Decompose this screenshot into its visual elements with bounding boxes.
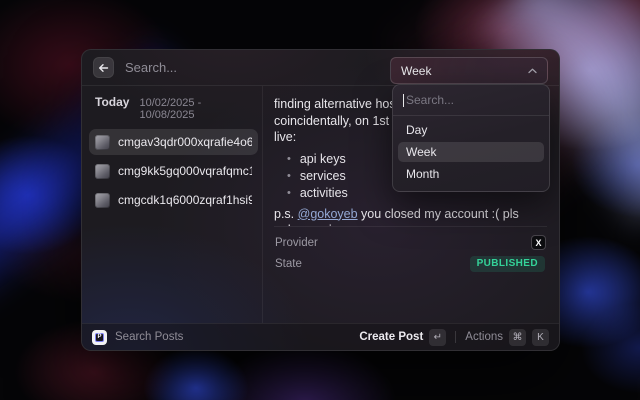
- create-post-button[interactable]: Create Post: [359, 331, 423, 343]
- window-header: Week: [82, 50, 559, 86]
- metadata-row: Provider X: [275, 232, 545, 253]
- arrow-left-icon: [98, 63, 109, 73]
- k-key: K: [532, 329, 549, 346]
- text-caret: [403, 94, 404, 107]
- post-id: cmgcdk1q6000zqraf1hsi9cei: [118, 193, 252, 207]
- dropdown-search-input[interactable]: [406, 93, 539, 107]
- date-range: 10/02/2025 - 10/08/2025: [139, 97, 258, 121]
- dropdown-options: Day Week Month: [393, 116, 549, 191]
- app-window: Week Today 10/02/2025 - 10/08/2025 cmgav…: [81, 49, 560, 351]
- range-select[interactable]: Week: [390, 57, 548, 84]
- bullet-text: api keys: [300, 151, 346, 168]
- bullet-text: activities: [300, 185, 348, 202]
- dropdown-search-row: [393, 85, 549, 115]
- desktop: Week Today 10/02/2025 - 10/08/2025 cmgav…: [0, 0, 640, 400]
- post-thumbnail: [95, 164, 110, 179]
- state-label: State: [275, 258, 302, 270]
- date-group-header: Today 10/02/2025 - 10/08/2025: [95, 95, 258, 121]
- post-ps-line: p.s. @gokoyeb you closed my account :( p…: [274, 206, 547, 227]
- footer-title: Search Posts: [115, 331, 183, 343]
- bullet-dot: •: [287, 168, 291, 185]
- option-month[interactable]: Month: [398, 164, 544, 184]
- chevron-up-icon: [528, 68, 537, 74]
- metadata-row: State PUBLISHED: [275, 253, 545, 274]
- range-dropdown: Day Week Month: [392, 84, 550, 192]
- post-id: cmg9kk5gq000vqrafqmc18rlt: [118, 164, 252, 178]
- return-key: ↵: [429, 329, 446, 346]
- provider-label: Provider: [275, 237, 318, 249]
- footer-divider: [455, 331, 456, 343]
- mention-link[interactable]: @gokoyeb: [298, 207, 358, 221]
- post-list-item[interactable]: cmg9kk5gq000vqrafqmc18rlt: [89, 158, 258, 184]
- footer-actions: Create Post ↵ Actions ⌘ K: [359, 329, 549, 346]
- group-label: Today: [95, 95, 129, 109]
- range-select-value: Week: [401, 64, 431, 78]
- window-footer: P Search Posts Create Post ↵ Actions ⌘ K: [82, 323, 559, 350]
- status-badge: PUBLISHED: [470, 256, 545, 272]
- post-thumbnail: [95, 135, 110, 150]
- post-list-item[interactable]: cmgav3qdr000xqrafie4o6h4d: [89, 129, 258, 155]
- posts-sidebar: Today 10/02/2025 - 10/08/2025 cmgav3qdr0…: [82, 86, 263, 323]
- post-thumbnail: [95, 193, 110, 208]
- command-key: ⌘: [509, 329, 526, 346]
- back-button[interactable]: [93, 57, 114, 78]
- actions-button[interactable]: Actions: [465, 331, 503, 343]
- app-icon-letter: P: [95, 333, 104, 342]
- ps-prefix: p.s.: [274, 207, 298, 221]
- app-icon: P: [92, 330, 107, 345]
- post-id: cmgav3qdr000xqrafie4o6h4d: [118, 135, 252, 149]
- bullet-text: services: [300, 168, 346, 185]
- bullet-dot: •: [287, 185, 291, 202]
- option-day[interactable]: Day: [398, 120, 544, 140]
- search-input[interactable]: [125, 60, 325, 75]
- bullet-dot: •: [287, 151, 291, 168]
- post-list-item[interactable]: cmgcdk1q6000zqraf1hsi9cei: [89, 187, 258, 213]
- option-week[interactable]: Week: [398, 142, 544, 162]
- post-metadata: Provider X State PUBLISHED: [274, 226, 547, 274]
- x-logo-icon: X: [532, 236, 545, 249]
